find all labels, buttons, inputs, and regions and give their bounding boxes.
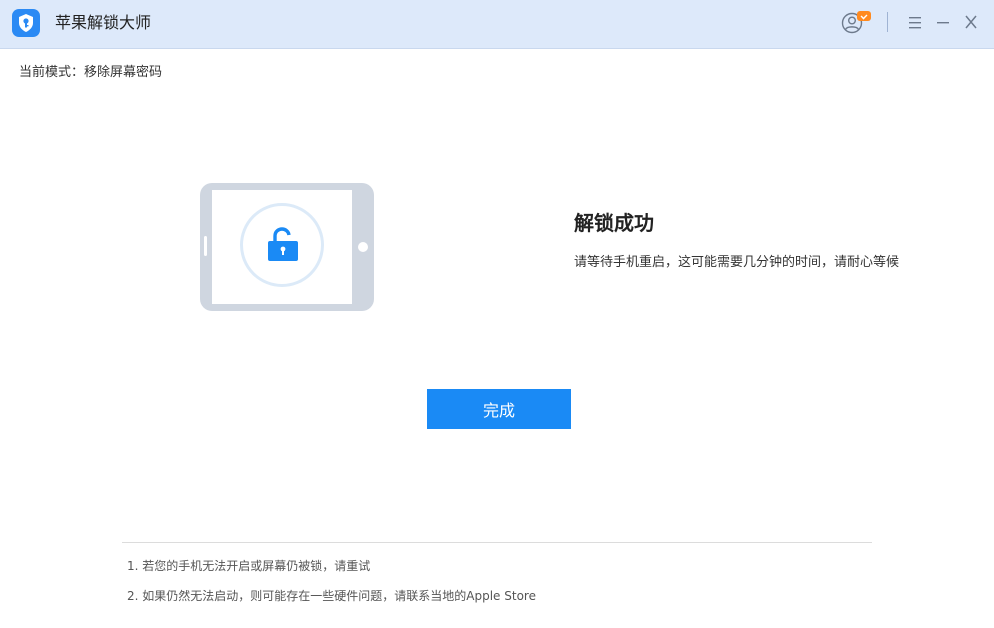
note-item: 1. 若您的手机无法开启或屏幕仍被锁，请重试 (127, 559, 371, 573)
menu-icon[interactable] (907, 15, 923, 29)
user-vip-icon[interactable] (841, 11, 873, 35)
minimize-icon[interactable] (935, 15, 951, 29)
app-title: 苹果解锁大师 (55, 13, 152, 32)
vip-badge-icon (857, 11, 871, 21)
note-item: 2. 如果仍然无法启动，则可能存在一些硬件问题，请联系当地的Apple Stor… (127, 589, 536, 603)
tablet-side-mark (204, 236, 207, 256)
title-bar: 苹果解锁大师 (0, 0, 994, 49)
notes-divider (122, 542, 872, 543)
unlock-success-description: 请等待手机重启，这可能需要几分钟的时间，请耐心等候 (574, 255, 900, 270)
tablet-illustration (200, 183, 374, 311)
app-logo-icon (12, 9, 40, 37)
unlock-ring (240, 203, 324, 287)
tablet-home-button (358, 242, 368, 252)
titlebar-divider (887, 12, 888, 32)
current-mode-label: 当前模式：移除屏幕密码 (19, 65, 163, 80)
close-icon[interactable] (963, 13, 979, 31)
unlocked-padlock-icon (268, 227, 298, 261)
unlock-success-title: 解锁成功 (574, 211, 654, 235)
done-button[interactable]: 完成 (427, 389, 571, 429)
tablet-screen (212, 190, 352, 304)
